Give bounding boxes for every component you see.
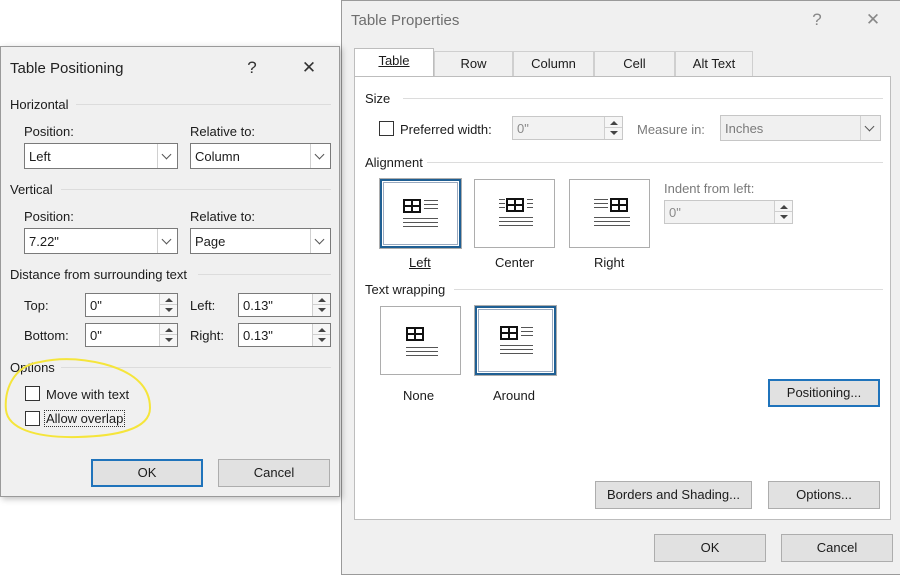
highlight-annotation [4, 358, 152, 439]
